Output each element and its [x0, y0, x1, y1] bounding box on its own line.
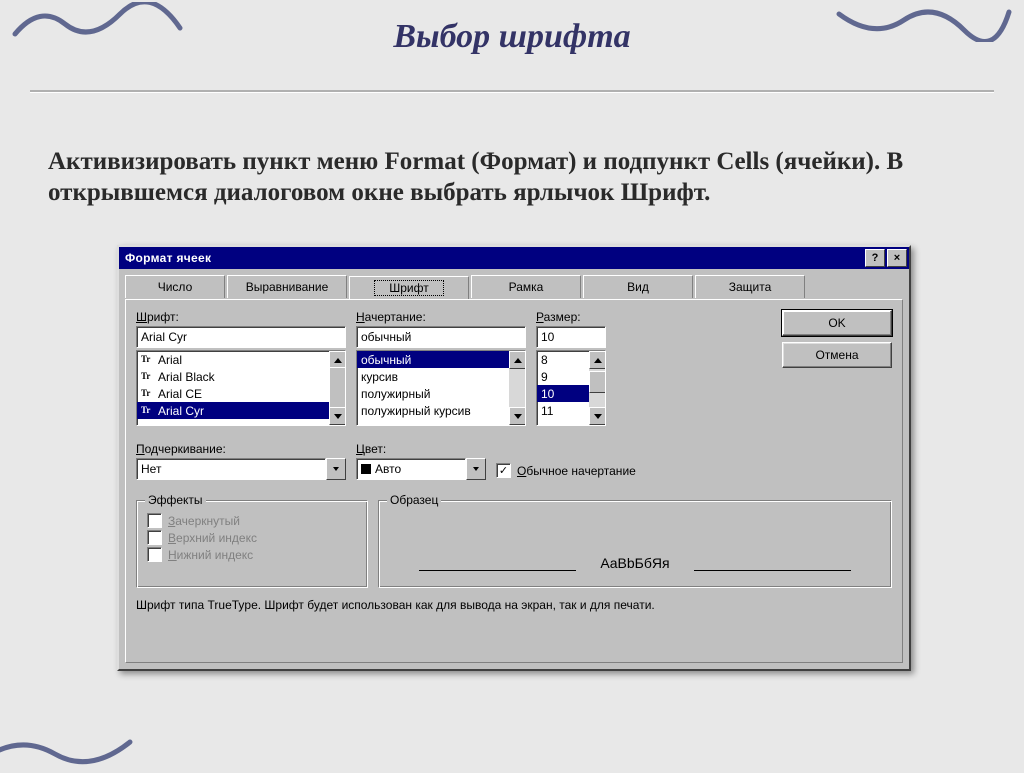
normal-font-label: Обычное начертание: [517, 464, 636, 478]
effects-legend: Эффекты: [145, 493, 206, 507]
list-item[interactable]: TrArial CE: [137, 385, 329, 402]
titlebar[interactable]: Формат ячеек ? ×: [119, 247, 909, 269]
format-cells-dialog: Формат ячеек ? × Число Выравнивание Шриф…: [117, 245, 911, 671]
size-label: Размер:: [536, 310, 606, 324]
truetype-icon: Tr: [141, 405, 154, 416]
scroll-down-icon[interactable]: [329, 407, 346, 425]
size-input[interactable]: 10: [536, 326, 606, 348]
scroll-down-icon[interactable]: [509, 407, 526, 425]
instruction-text: Активизировать пункт меню Format (Формат…: [48, 146, 964, 209]
underline-label: Подчеркивание:: [136, 442, 346, 456]
truetype-icon: Tr: [141, 371, 154, 382]
tab-alignment[interactable]: Выравнивание: [227, 275, 347, 298]
font-input[interactable]: Arial Cyr: [136, 326, 346, 348]
scroll-thumb[interactable]: [589, 371, 606, 393]
truetype-hint: Шрифт типа TrueType. Шрифт будет использ…: [136, 598, 892, 612]
superscript-label: Верхний индекс: [168, 531, 257, 545]
scrollbar[interactable]: [589, 351, 605, 425]
color-label: Цвет:: [356, 442, 486, 456]
sample-text: AaBbБбЯя: [600, 555, 669, 571]
list-item[interactable]: 11: [537, 402, 589, 419]
close-button[interactable]: ×: [887, 249, 907, 267]
list-item[interactable]: полужирный: [357, 385, 509, 402]
tab-border[interactable]: Рамка: [471, 275, 581, 298]
style-label: Начертание:: [356, 310, 526, 324]
color-swatch-icon: [361, 464, 371, 474]
scroll-up-icon[interactable]: [509, 351, 526, 369]
strikethrough-label: Зачеркнутый: [168, 514, 240, 528]
list-item[interactable]: TrArial: [137, 351, 329, 368]
color-combo[interactable]: Авто: [356, 458, 486, 480]
truetype-icon: Tr: [141, 388, 154, 399]
effects-group: Эффекты Зачеркнутый Верхний индекс Нижни…: [136, 500, 368, 588]
scroll-up-icon[interactable]: [589, 351, 606, 369]
color-value: Авто: [356, 458, 466, 480]
chevron-down-icon[interactable]: [326, 458, 346, 480]
list-item[interactable]: 8: [537, 351, 589, 368]
truetype-icon: Tr: [141, 354, 154, 365]
divider-highlight: [30, 92, 994, 93]
subscript-label: Нижний индекс: [168, 548, 253, 562]
help-button[interactable]: ?: [865, 249, 885, 267]
scrollbar[interactable]: [509, 351, 525, 425]
list-item[interactable]: обычный: [357, 351, 509, 368]
style-input[interactable]: обычный: [356, 326, 526, 348]
chevron-down-icon[interactable]: [466, 458, 486, 480]
subscript-checkbox[interactable]: [147, 547, 162, 562]
superscript-checkbox[interactable]: [147, 530, 162, 545]
titlebar-text: Формат ячеек: [125, 251, 211, 265]
style-listbox[interactable]: обычный курсив полужирный полужирный кур…: [356, 350, 526, 426]
list-item[interactable]: TrArial Black: [137, 368, 329, 385]
tab-view[interactable]: Вид: [583, 275, 693, 298]
scroll-down-icon[interactable]: [589, 407, 606, 425]
scroll-thumb[interactable]: [329, 367, 346, 411]
scrollbar[interactable]: [329, 351, 345, 425]
sample-underline: [419, 570, 576, 571]
list-item[interactable]: TrArial Cyr: [137, 402, 329, 419]
tab-protection[interactable]: Защита: [695, 275, 805, 298]
sample-legend: Образец: [387, 493, 441, 507]
normal-font-checkbox[interactable]: ✓: [496, 463, 511, 478]
sample-underline: [694, 570, 851, 571]
list-item[interactable]: курсив: [357, 368, 509, 385]
underline-value: Нет: [136, 458, 326, 480]
tab-strip: Число Выравнивание Шрифт Рамка Вид Защит…: [125, 275, 903, 299]
tab-number[interactable]: Число: [125, 275, 225, 298]
size-listbox[interactable]: 8 9 10 11: [536, 350, 606, 426]
tab-font[interactable]: Шрифт: [349, 276, 469, 300]
underline-combo[interactable]: Нет: [136, 458, 346, 480]
ok-button[interactable]: OK: [782, 310, 892, 336]
strikethrough-checkbox[interactable]: [147, 513, 162, 528]
font-listbox[interactable]: TrArial TrArial Black TrArial CE TrArial…: [136, 350, 346, 426]
sample-group: Образец AaBbБбЯя: [378, 500, 892, 588]
list-item[interactable]: 10: [537, 385, 589, 402]
list-item[interactable]: полужирный курсив: [357, 402, 509, 419]
font-label: Шрифт:: [136, 310, 346, 324]
slide-title: Выбор шрифта: [0, 0, 1024, 56]
cancel-button[interactable]: Отмена: [782, 342, 892, 368]
list-item[interactable]: 9: [537, 368, 589, 385]
